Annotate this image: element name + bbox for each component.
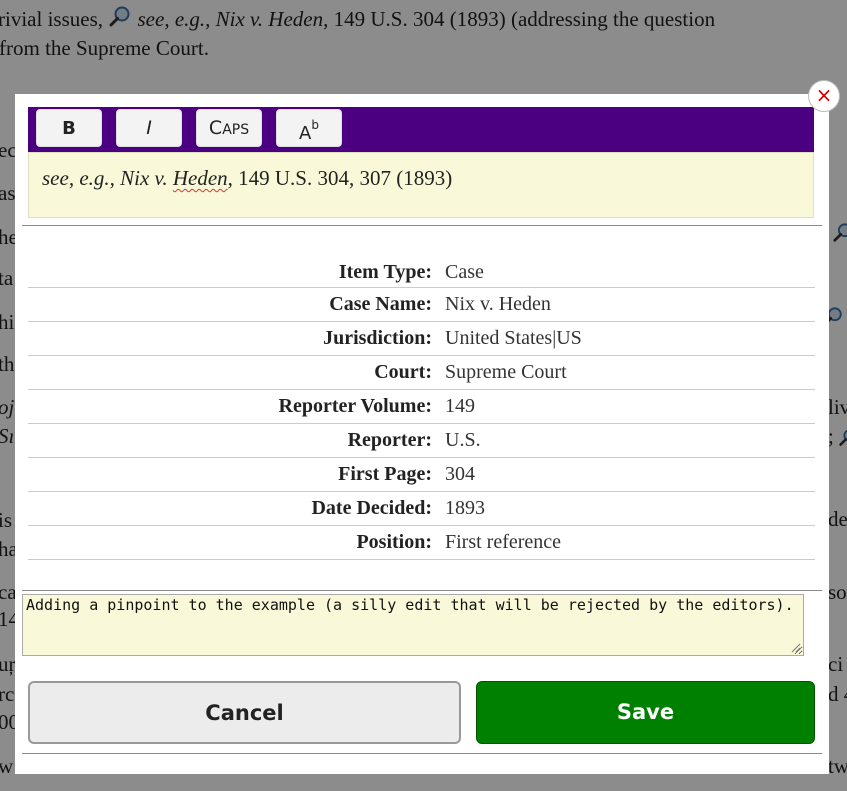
field-row: Position: First reference xyxy=(28,526,815,560)
field-value[interactable]: United States|US xyxy=(445,322,582,354)
field-value[interactable]: Supreme Court xyxy=(445,356,567,388)
field-row: Reporter: U.S. xyxy=(28,424,815,458)
citation-editor[interactable]: see, e.g., Nix v. Heden, 149 U.S. 304, 3… xyxy=(28,152,814,218)
format-toolbar: B I CAPS Ab xyxy=(28,107,814,152)
citation-case-name-spellcheck: Heden xyxy=(172,166,228,190)
field-value[interactable]: 304 xyxy=(445,458,475,490)
superscript-label-base: A xyxy=(299,123,312,144)
field-value[interactable]: 149 xyxy=(445,390,475,422)
field-row: First Page: 304 xyxy=(28,458,815,492)
citation-signal: see, e.g., xyxy=(42,166,115,190)
field-label: Reporter: xyxy=(347,429,432,451)
small-caps-label-rest: APS xyxy=(222,122,250,138)
field-label: Position: xyxy=(356,531,432,553)
field-value[interactable]: Case xyxy=(445,257,484,287)
citation-fields: Item Type: Case Case Name: Nix v. Heden Ju… xyxy=(28,257,815,560)
save-button[interactable]: Save xyxy=(476,681,815,744)
field-value[interactable]: Nix v. Heden xyxy=(445,288,551,320)
small-caps-button[interactable]: CAPS xyxy=(196,109,262,147)
field-label: Reporter Volume: xyxy=(278,395,433,417)
field-row: Court: Supreme Court xyxy=(28,356,815,390)
close-button[interactable]: × xyxy=(808,80,840,112)
field-label: Case Name: xyxy=(329,293,432,315)
field-label: Court: xyxy=(374,361,432,383)
field-value[interactable]: First reference xyxy=(445,526,561,558)
field-label: First Page: xyxy=(338,463,432,485)
field-value[interactable]: U.S. xyxy=(445,424,481,456)
field-row: Item Type: Case xyxy=(28,257,815,288)
field-row: Case Name: Nix v. Heden xyxy=(28,288,815,322)
field-row: Date Decided: 1893 xyxy=(28,492,815,526)
edit-comment-textarea[interactable]: Adding a pinpoint to the example (a sill… xyxy=(22,594,804,656)
divider xyxy=(22,225,822,226)
citation-rest: , 149 U.S. 304, 307 (1893) xyxy=(227,166,453,190)
superscript-button[interactable]: Ab xyxy=(276,109,342,147)
field-value[interactable]: 1893 xyxy=(445,492,485,524)
cancel-button[interactable]: Cancel xyxy=(28,681,461,744)
superscript-label-sup: b xyxy=(311,118,319,132)
field-row: Reporter Volume: 149 xyxy=(28,390,815,424)
citation-edit-dialog: B I CAPS Ab see, e.g., Nix v. Heden, 149… xyxy=(15,94,829,774)
field-label: Item Type: xyxy=(338,261,432,283)
divider xyxy=(22,753,822,754)
bold-button[interactable]: B xyxy=(36,109,102,147)
italic-button[interactable]: I xyxy=(116,109,182,147)
resize-handle-icon[interactable] xyxy=(791,643,801,653)
divider xyxy=(22,590,822,591)
field-label: Date Decided: xyxy=(311,497,432,519)
small-caps-label-first: C xyxy=(208,117,223,139)
field-row: Jurisdiction: United States|US xyxy=(28,322,815,356)
field-label: Jurisdiction: xyxy=(323,327,432,349)
citation-case-name: Nix v. xyxy=(120,166,168,190)
